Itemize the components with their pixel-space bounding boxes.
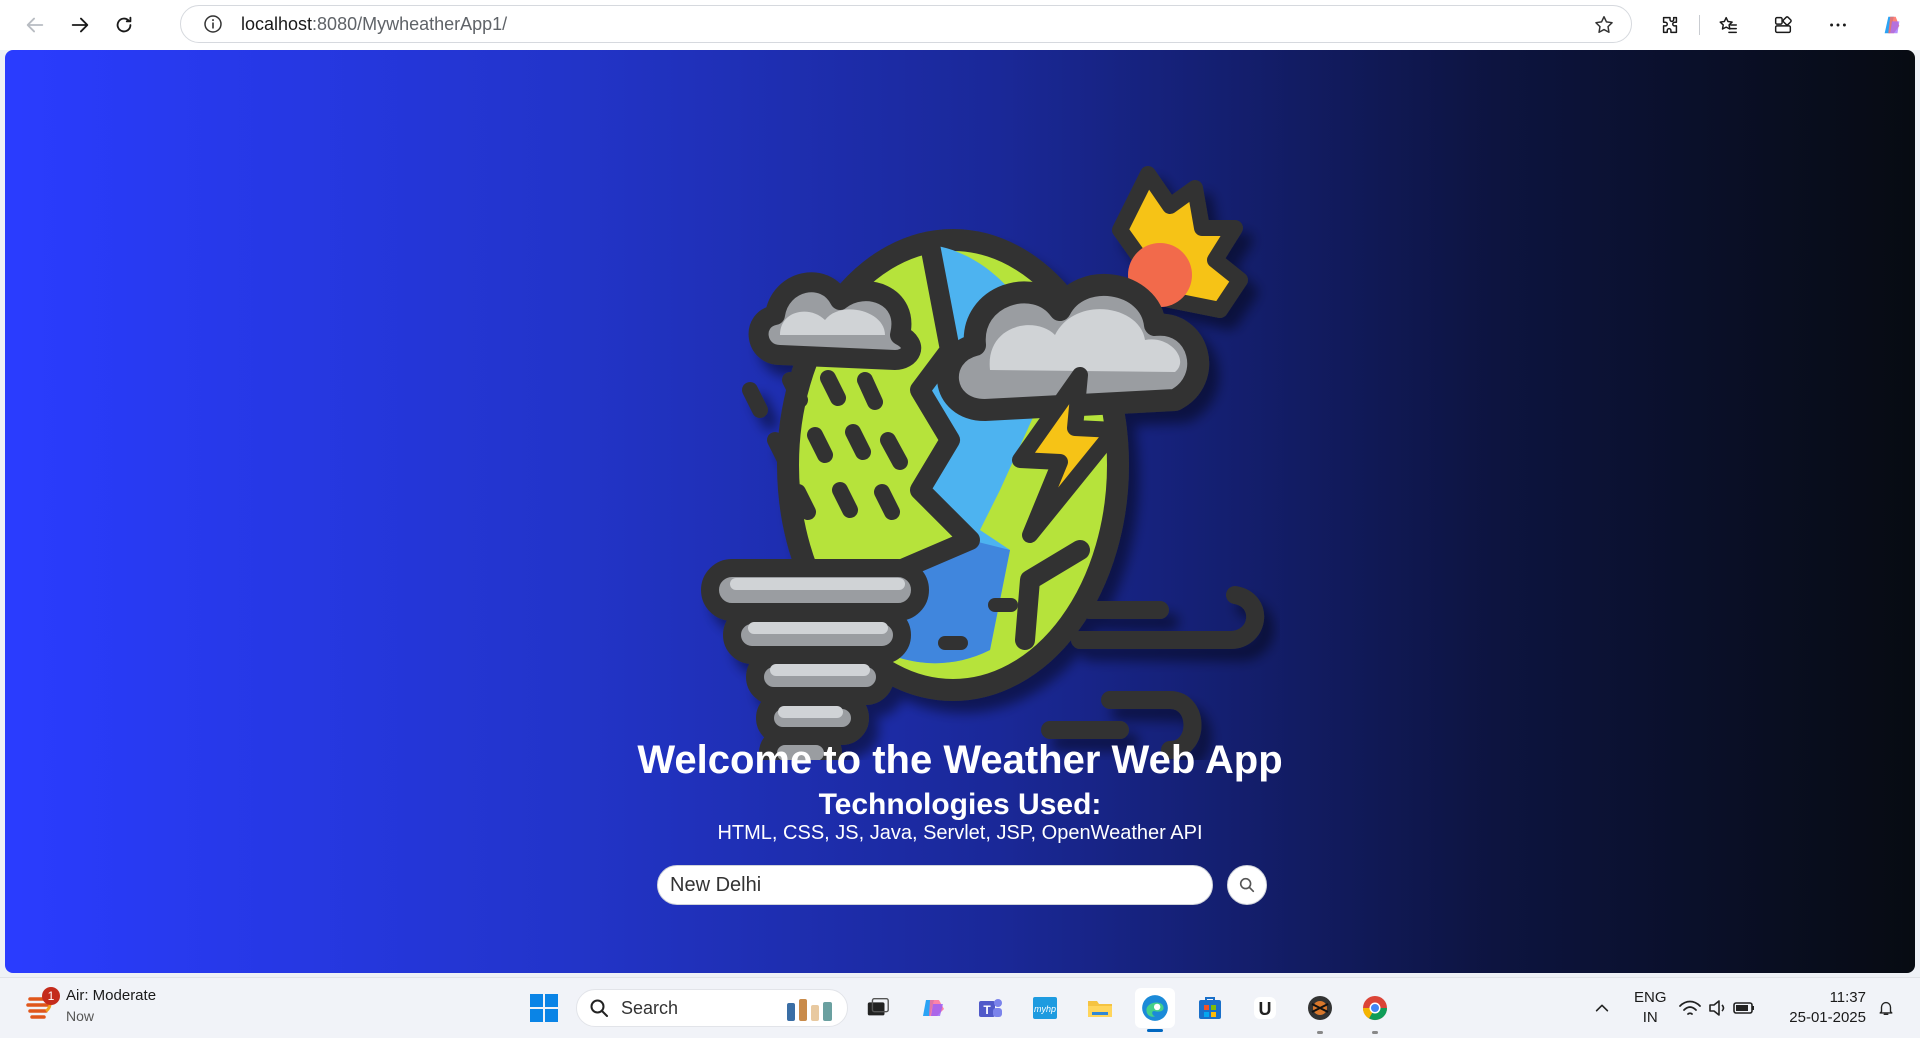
back-button[interactable] [17,7,53,43]
toolbar-divider [1699,15,1700,35]
favorite-star-icon[interactable] [1593,14,1615,36]
copilot-button[interactable] [1874,7,1910,43]
wifi-volume-battery-icons [1679,1000,1754,1016]
favorites-button[interactable] [1710,7,1746,43]
browser-toolbar: localhost:8080/MywheatherApp1/ [0,0,1920,50]
clock-date: 25-01-2025 [1789,1009,1866,1026]
clock-time: 11:37 [1829,989,1866,1006]
teams-app[interactable]: T [970,988,1010,1028]
refresh-icon [116,16,132,33]
address-bar[interactable]: localhost:8080/MywheatherApp1/ [180,5,1632,43]
windows-logo-icon [530,994,558,1022]
task-view-icon [867,998,889,1016]
game-app[interactable] [1300,988,1340,1034]
active-indicator [1147,1029,1163,1032]
region-code: IN [1642,1009,1658,1026]
forward-icon [71,17,89,33]
copilot-app[interactable] [914,988,954,1028]
game-logo-icon [1308,996,1332,1020]
file-explorer-app[interactable] [1080,988,1120,1028]
running-indicator [1372,1031,1378,1034]
svg-text:U: U [1259,999,1272,1019]
page-viewport: Welcome to the Weather Web App Technolog… [5,50,1915,973]
svg-text:myhp: myhp [1034,1004,1056,1014]
svg-text:T: T [983,1003,991,1017]
windows-taskbar: 1 Air: Moderate Now Search T myhp U ENG … [0,977,1920,1038]
technologies-heading: Technologies Used: [818,788,1102,821]
city-search-input[interactable] [657,865,1213,905]
task-view-button[interactable] [858,988,898,1028]
taskbar-search-box[interactable]: Search [576,989,848,1027]
url-path: :8080/MywheatherApp1/ [312,13,508,34]
notification-center-button[interactable] [1866,988,1906,1028]
myhp-app[interactable]: myhp [1025,988,1065,1028]
collections-icon [1774,16,1792,34]
more-button[interactable] [1820,7,1856,43]
store-app[interactable] [1190,988,1230,1028]
taskbar-search-label: Search [621,997,679,1018]
copilot-icon [1884,16,1900,34]
forward-button[interactable] [62,7,98,43]
u-logo-icon: U [1254,997,1276,1019]
back-icon [26,17,44,33]
air-quality-icon: 1 [24,987,60,1023]
folder-icon [1088,1001,1112,1017]
notification-badge: 1 [42,987,60,1005]
chevron-up-icon [1595,1004,1609,1012]
quick-settings-button[interactable] [1676,988,1766,1028]
chrome-app[interactable] [1355,988,1395,1034]
notification-bell-icon [1879,1001,1893,1015]
weather-globe-illustration [701,166,1265,760]
more-icon [1830,23,1846,27]
url-text: localhost:8080/MywheatherApp1/ [241,14,507,35]
technologies-list: HTML, CSS, JS, Java, Servlet, JSP, OpenW… [717,822,1203,844]
edge-app[interactable] [1135,988,1175,1032]
widget-title: Air: Moderate [66,987,157,1004]
search-button[interactable] [1227,865,1267,905]
url-host: localhost [241,13,313,34]
utility-app[interactable]: U [1245,988,1285,1028]
search-icon [590,999,608,1017]
weather-widget[interactable]: 1 Air: Moderate Now [24,986,156,1026]
store-icon [1199,997,1221,1019]
collections-button[interactable] [1765,7,1801,43]
page-title: Welcome to the Weather Web App [637,738,1283,782]
copilot-icon [923,1000,944,1016]
system-clock[interactable]: 11:37 25-01-2025 [1780,988,1866,1028]
running-indicator [1317,1031,1323,1034]
chrome-icon [1363,996,1387,1021]
myhp-icon: myhp [1033,997,1057,1019]
info-icon[interactable] [203,14,223,34]
start-button[interactable] [524,988,564,1028]
search-icon [1239,877,1255,893]
search-highlight-icon [787,999,832,1021]
edge-icon [1142,995,1168,1021]
extensions-icon [1662,16,1678,34]
extensions-button[interactable] [1652,7,1688,43]
language-code: ENG [1634,989,1667,1006]
favorites-icon [1719,16,1737,34]
widget-subtitle: Now [66,1008,95,1024]
refresh-button[interactable] [106,7,142,43]
teams-icon: T [979,999,1002,1017]
show-hidden-icons-button[interactable] [1582,988,1622,1028]
input-language-indicator[interactable]: ENG IN [1634,988,1667,1028]
